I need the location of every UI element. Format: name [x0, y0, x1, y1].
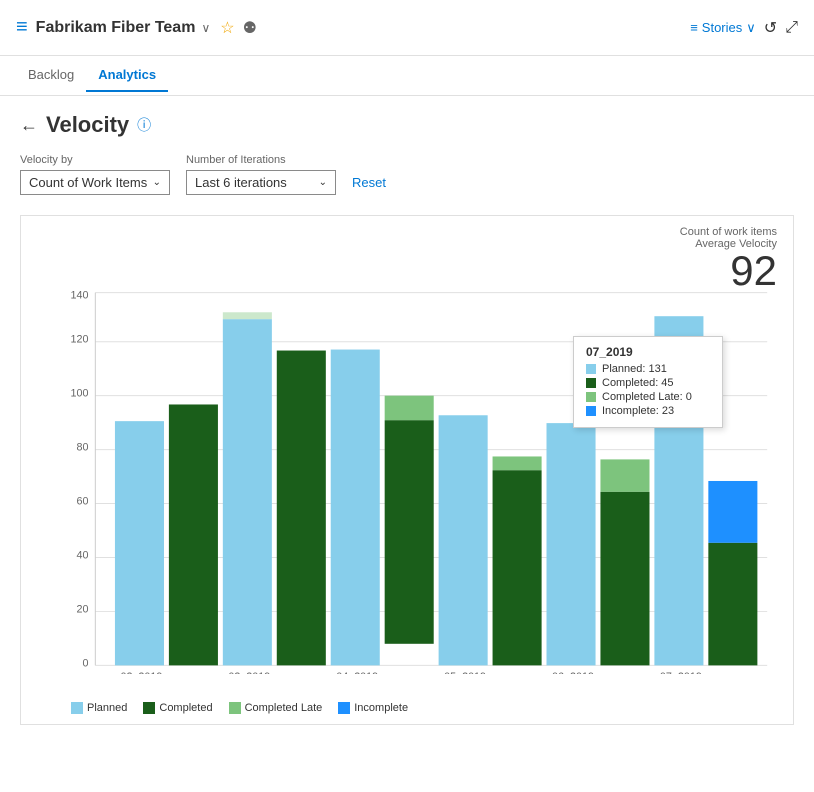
- legend-completed: Completed: [143, 702, 212, 714]
- tooltip-row-planned: Planned: 131: [586, 363, 710, 375]
- svg-text:05_2019: 05_2019: [444, 671, 486, 674]
- filters: Velocity by Count of Work Items ⌄ Number…: [20, 154, 794, 195]
- tooltip-completed-color: [586, 378, 596, 388]
- bar-04-completed-late: [385, 396, 434, 421]
- chart-legend: Planned Completed Completed Late Incompl…: [71, 702, 408, 714]
- svg-text:140: 140: [70, 290, 88, 302]
- svg-text:120: 120: [70, 334, 88, 346]
- legend-planned-label: Planned: [87, 702, 127, 714]
- tooltip-row-incomplete: Incomplete: 23: [586, 405, 710, 417]
- page-title: Velocity: [46, 112, 129, 138]
- svg-text:20: 20: [76, 603, 88, 615]
- velocity-by-select[interactable]: Count of Work Items ⌄: [20, 170, 170, 195]
- velocity-by-value: Count of Work Items: [29, 175, 147, 190]
- legend-completed-late: Completed Late: [229, 702, 323, 714]
- stories-button[interactable]: ≡ Stories ∨: [690, 20, 756, 36]
- reset-button[interactable]: Reset: [352, 175, 386, 190]
- legend-incomplete-color: [338, 702, 350, 714]
- legend-completed-label: Completed: [159, 702, 212, 714]
- back-button[interactable]: ←: [20, 115, 38, 136]
- bar-07-completed: [708, 543, 757, 666]
- team-chevron-icon[interactable]: ∨: [201, 21, 210, 35]
- nav-tabs: Backlog Analytics: [0, 56, 814, 96]
- tooltip-row-completed: Completed: 45: [586, 377, 710, 389]
- legend-completed-late-color: [229, 702, 241, 714]
- velocity-by-label: Velocity by: [20, 154, 170, 166]
- app-icon: ≡: [16, 16, 28, 39]
- tooltip-completed-late-color: [586, 392, 596, 402]
- svg-text:07_2019: 07_2019: [660, 671, 702, 674]
- iterations-label: Number of Iterations: [186, 154, 336, 166]
- svg-text:06_2019: 06_2019: [552, 671, 594, 674]
- tooltip-incomplete-label: Incomplete: 23: [602, 405, 674, 417]
- iterations-value: Last 6 iterations: [195, 175, 287, 190]
- svg-text:03_2019: 03_2019: [228, 671, 270, 674]
- header-right: ≡ Stories ∨ ↺ ⤢: [690, 18, 798, 38]
- iterations-select[interactable]: Last 6 iterations ⌄: [186, 170, 336, 195]
- legend-completed-late-label: Completed Late: [245, 702, 323, 714]
- iterations-group: Number of Iterations Last 6 iterations ⌄: [186, 154, 336, 195]
- bar-03-completed: [277, 351, 326, 666]
- tooltip-incomplete-color: [586, 406, 596, 416]
- velocity-by-group: Velocity by Count of Work Items ⌄: [20, 154, 170, 195]
- bar-05-completed: [493, 470, 542, 665]
- svg-text:0: 0: [82, 657, 88, 669]
- bar-06-completed-late: [600, 459, 649, 491]
- tooltip-planned-color: [586, 364, 596, 374]
- bar-06-planned: [547, 423, 596, 665]
- bar-05-completed-late: [493, 456, 542, 470]
- legend-planned: Planned: [71, 702, 127, 714]
- count-label: Count of work items: [680, 226, 777, 238]
- stories-icon: ≡: [690, 20, 698, 35]
- header: ≡ Fabrikam Fiber Team ∨ ☆ ⚉ ≡ Stories ∨ …: [0, 0, 814, 56]
- iterations-chevron-icon: ⌄: [319, 177, 327, 188]
- team-members-icon[interactable]: ⚉: [243, 18, 257, 38]
- bar-05-planned: [439, 415, 488, 665]
- svg-text:02_2019: 02_2019: [120, 671, 162, 674]
- tooltip-completed-late-label: Completed Late: 0: [602, 391, 692, 403]
- favorite-icon[interactable]: ☆: [220, 18, 234, 38]
- chart-area: Count of work items Average Velocity 92 …: [20, 215, 794, 725]
- svg-text:100: 100: [70, 388, 88, 400]
- legend-planned-color: [71, 702, 83, 714]
- stories-chevron-icon: ∨: [746, 20, 756, 36]
- bar-06-completed: [600, 492, 649, 666]
- page-header: ← Velocity ⓘ: [20, 112, 794, 138]
- tooltip-row-completed-late: Completed Late: 0: [586, 391, 710, 403]
- bar-04-completed: [385, 420, 434, 644]
- bar-02-completed: [169, 404, 218, 665]
- tooltip-planned-label: Planned: 131: [602, 363, 667, 375]
- velocity-by-chevron-icon: ⌄: [153, 177, 161, 188]
- tooltip-completed-label: Completed: 45: [602, 377, 674, 389]
- refresh-button[interactable]: ↺: [764, 18, 777, 38]
- svg-text:60: 60: [76, 496, 88, 508]
- bar-03-completed-late-top: [223, 312, 272, 319]
- tab-analytics[interactable]: Analytics: [86, 59, 168, 92]
- bar-07-incomplete: [708, 481, 757, 543]
- expand-button[interactable]: ⤢: [785, 19, 798, 37]
- help-icon[interactable]: ⓘ: [137, 115, 151, 135]
- tooltip-title: 07_2019: [586, 345, 710, 359]
- team-name: Fabrikam Fiber Team: [36, 19, 196, 37]
- legend-incomplete: Incomplete: [338, 702, 408, 714]
- chart-tooltip: 07_2019 Planned: 131 Completed: 45 Compl…: [573, 336, 723, 428]
- bar-04-planned: [331, 350, 380, 666]
- stories-label: Stories: [702, 20, 742, 35]
- svg-text:80: 80: [76, 442, 88, 454]
- page-content: ← Velocity ⓘ Velocity by Count of Work I…: [0, 96, 814, 741]
- svg-text:40: 40: [76, 549, 88, 561]
- legend-incomplete-label: Incomplete: [354, 702, 408, 714]
- svg-text:04_2019: 04_2019: [336, 671, 378, 674]
- legend-completed-color: [143, 702, 155, 714]
- bar-03-planned: [223, 319, 272, 665]
- bar-02-planned: [115, 421, 164, 665]
- chart-summary: Count of work items Average Velocity 92: [680, 226, 777, 292]
- tab-backlog[interactable]: Backlog: [16, 59, 86, 92]
